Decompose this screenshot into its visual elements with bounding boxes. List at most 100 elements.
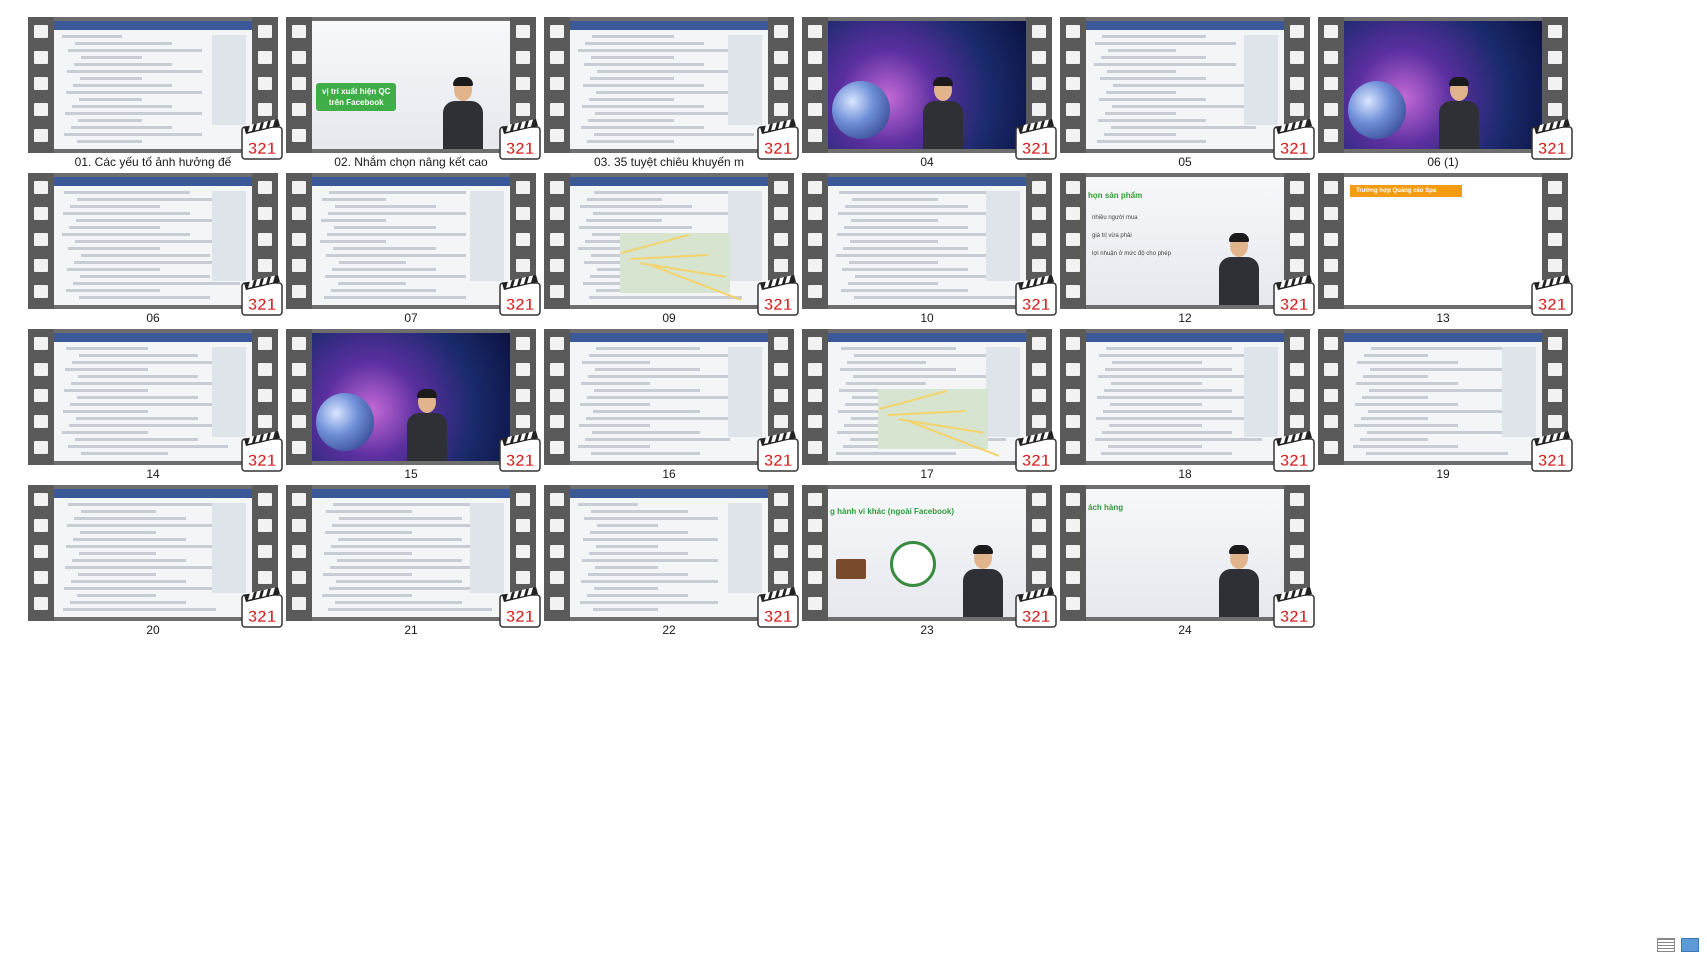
video-file-tile[interactable]: 321 18 bbox=[1060, 329, 1320, 485]
video-thumbnail: 321 bbox=[1318, 17, 1573, 160]
film-hole bbox=[1032, 363, 1046, 376]
film-hole bbox=[1066, 493, 1080, 506]
video-file-tile[interactable]: ách hàng 321 24 bbox=[1060, 485, 1320, 641]
film-hole bbox=[808, 129, 822, 142]
video-file-tile[interactable]: Trường hợp Quảng cáo Spa 321 13 bbox=[1318, 173, 1578, 329]
video-file-tile[interactable]: 321 04 bbox=[802, 17, 1062, 173]
video-file-tile[interactable]: 321 19 bbox=[1318, 329, 1578, 485]
video-file-tile[interactable]: 321 06 (1) bbox=[1318, 17, 1578, 173]
film-hole bbox=[258, 545, 272, 558]
film-hole bbox=[292, 25, 306, 38]
film-strip bbox=[1318, 329, 1344, 465]
film-hole bbox=[774, 181, 788, 194]
file-name-label: 23 bbox=[920, 623, 934, 637]
film-hole bbox=[1032, 571, 1046, 584]
film-hole bbox=[774, 389, 788, 402]
details-view-icon[interactable] bbox=[1657, 938, 1675, 952]
film-hole bbox=[1290, 207, 1304, 220]
video-file-tile[interactable]: vị trí xuất hiện QC trên Facebook 321 02. N… bbox=[286, 17, 546, 173]
video-file-tile[interactable]: 321 22 bbox=[544, 485, 804, 641]
thumbnail-screen bbox=[828, 21, 1026, 149]
film-hole bbox=[1032, 493, 1046, 506]
film-hole bbox=[1032, 25, 1046, 38]
video-file-tile[interactable]: 321 07 bbox=[286, 173, 546, 329]
slide-green-label: vị trí xuất hiện QC trên Facebook bbox=[316, 83, 397, 111]
video-file-tile[interactable]: 321 21 bbox=[286, 485, 546, 641]
video-file-tile[interactable]: 321 01. Các yếu tố ảnh hưởng đế bbox=[28, 17, 288, 173]
film-hole bbox=[1032, 259, 1046, 272]
presenter bbox=[960, 545, 1006, 617]
film-strip bbox=[1318, 173, 1344, 309]
large-icons-view-icon[interactable] bbox=[1681, 938, 1699, 952]
video-thumbnail: 321 bbox=[286, 173, 541, 316]
film-hole bbox=[516, 181, 530, 194]
video-file-tile[interactable]: 321 14 bbox=[28, 329, 288, 485]
film-hole bbox=[1290, 519, 1304, 532]
film-hole bbox=[1032, 181, 1046, 194]
browser-bar bbox=[312, 489, 510, 498]
video-file-tile[interactable]: 321 05 bbox=[1060, 17, 1320, 173]
film-hole bbox=[808, 207, 822, 220]
film-hole bbox=[1066, 597, 1080, 610]
film-hole bbox=[1066, 103, 1080, 116]
video-file-tile[interactable]: 321 20 bbox=[28, 485, 288, 641]
video-file-tile[interactable]: g hành vi khác (ngoài Facebook) 321 23 bbox=[802, 485, 1062, 641]
video-thumbnail: 321 bbox=[544, 485, 799, 628]
film-hole bbox=[1324, 207, 1338, 220]
film-hole bbox=[34, 129, 48, 142]
film-hole bbox=[292, 441, 306, 454]
film-strip bbox=[28, 173, 54, 309]
film-hole bbox=[1290, 389, 1304, 402]
film-hole bbox=[1324, 259, 1338, 272]
film-hole bbox=[1290, 51, 1304, 64]
video-thumbnail: 321 bbox=[1060, 329, 1315, 472]
video-file-tile[interactable]: 321 06 bbox=[28, 173, 288, 329]
film-hole bbox=[258, 571, 272, 584]
video-file-tile[interactable]: 321 15 bbox=[286, 329, 546, 485]
film-hole bbox=[1548, 363, 1562, 376]
shopping-cart-icon bbox=[836, 559, 866, 579]
browser-bar bbox=[1344, 333, 1542, 342]
film-strip bbox=[802, 173, 828, 309]
film-hole bbox=[34, 493, 48, 506]
film-hole bbox=[1290, 103, 1304, 116]
film-strip bbox=[286, 485, 312, 621]
film-hole bbox=[1066, 441, 1080, 454]
video-thumbnail: 321 bbox=[286, 485, 541, 628]
video-thumbnail: 321 bbox=[544, 329, 799, 472]
film-hole bbox=[1066, 285, 1080, 298]
video-file-tile[interactable]: 321 09 bbox=[544, 173, 804, 329]
film-hole bbox=[1324, 129, 1338, 142]
slide-green-label-line: trên Facebook bbox=[328, 98, 384, 107]
video-file-tile[interactable]: họn sản phẩm nhiều người mua giá trị vừa p… bbox=[1060, 173, 1320, 329]
film-hole bbox=[258, 207, 272, 220]
file-name-label: 16 bbox=[662, 467, 676, 481]
thumbnail-screen bbox=[1086, 333, 1284, 461]
film-hole bbox=[808, 545, 822, 558]
presenter bbox=[920, 77, 966, 149]
film-hole bbox=[1290, 571, 1304, 584]
video-file-tile[interactable]: 321 10 bbox=[802, 173, 1062, 329]
film-hole bbox=[808, 51, 822, 64]
film-hole bbox=[516, 103, 530, 116]
film-hole bbox=[1290, 25, 1304, 38]
browser-bar bbox=[828, 333, 1026, 342]
film-hole bbox=[1032, 545, 1046, 558]
film-hole bbox=[1066, 519, 1080, 532]
film-hole bbox=[1066, 571, 1080, 584]
film-hole bbox=[1066, 207, 1080, 220]
video-file-tile[interactable]: 321 16 bbox=[544, 329, 804, 485]
film-hole bbox=[550, 233, 564, 246]
video-file-tile[interactable]: 321 17 bbox=[802, 329, 1062, 485]
film-hole bbox=[1066, 545, 1080, 558]
thumbnail-screen bbox=[1344, 21, 1542, 149]
film-hole bbox=[550, 597, 564, 610]
film-hole bbox=[1066, 129, 1080, 142]
film-hole bbox=[808, 363, 822, 376]
thumbnail-screen bbox=[570, 489, 768, 617]
thumbnail-screen bbox=[1086, 21, 1284, 149]
file-name-label: 01. Các yếu tố ảnh hưởng đế bbox=[74, 155, 232, 169]
film-hole bbox=[808, 103, 822, 116]
video-file-tile[interactable]: 321 03. 35 tuyệt chiêu khuyến m bbox=[544, 17, 804, 173]
film-hole bbox=[1066, 51, 1080, 64]
